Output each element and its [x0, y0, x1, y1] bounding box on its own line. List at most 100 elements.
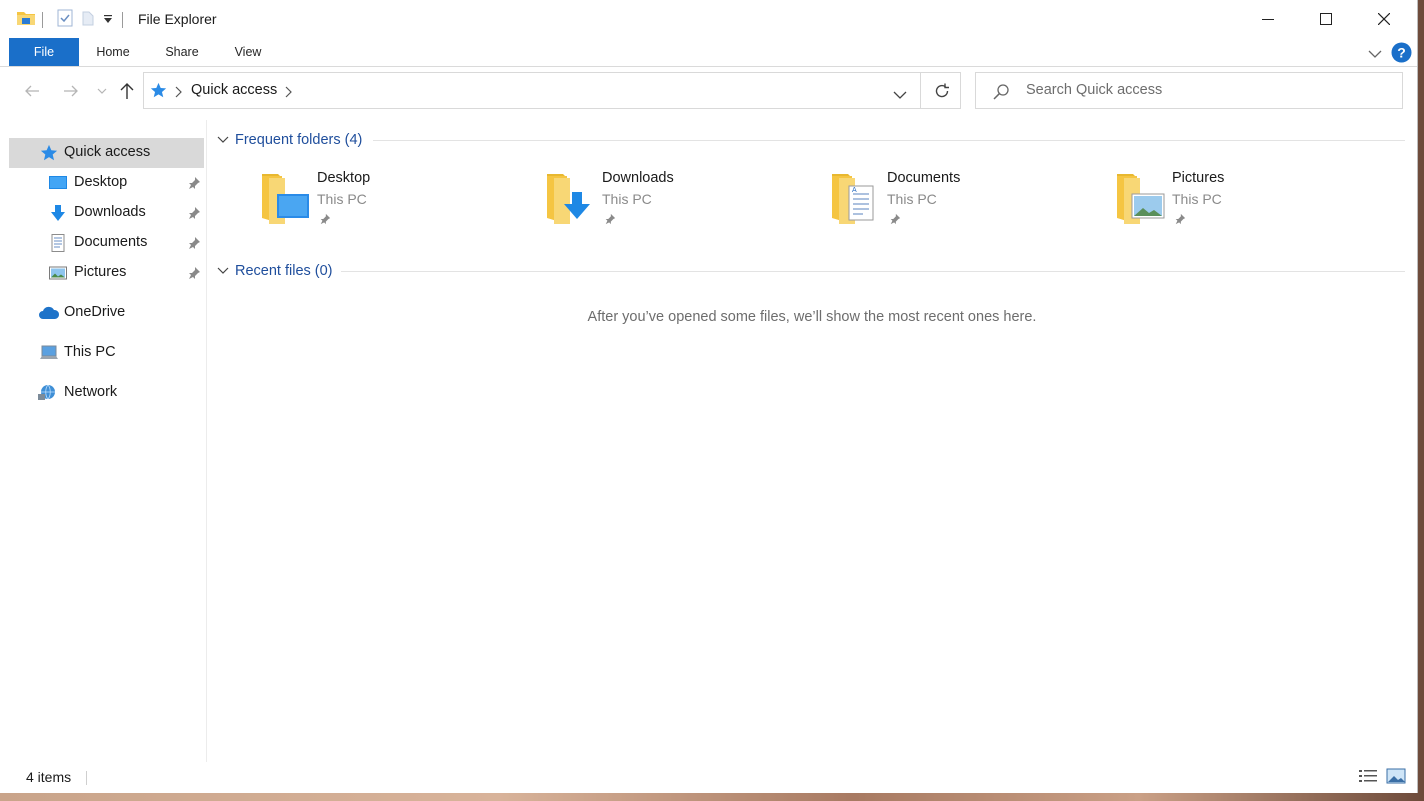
- chevron-down-icon: [217, 267, 229, 274]
- sidebar-item-desktop[interactable]: Desktop: [9, 168, 204, 198]
- status-separator: [86, 771, 87, 785]
- customize-toolbar-dropdown-icon[interactable]: [103, 12, 113, 28]
- ribbon-tabs: File Home Share View ?: [0, 38, 1417, 67]
- address-bar[interactable]: Quick access: [143, 72, 961, 109]
- recent-files-empty-message: After you’ve opened some files, we’ll sh…: [587, 309, 1037, 325]
- close-icon: [1378, 13, 1390, 25]
- pin-icon: [889, 212, 901, 225]
- folder-app-icon: [16, 9, 36, 30]
- sidebar-item-label: Documents: [74, 234, 148, 250]
- navigation-pane: Quick access Desktop Downloads Documents…: [9, 134, 205, 761]
- desktop-icon: [49, 174, 67, 192]
- sidebar-item-downloads[interactable]: Downloads: [9, 198, 204, 228]
- folder-location: This PC: [317, 191, 367, 207]
- details-view-icon[interactable]: [1358, 768, 1378, 786]
- folder-name: Downloads: [602, 170, 674, 186]
- sidebar-item-label: Desktop: [74, 174, 128, 190]
- window-title: File Explorer: [138, 11, 217, 27]
- large-icons-view-icon[interactable]: [1386, 768, 1406, 786]
- sidebar-item-label: Network: [64, 384, 118, 400]
- pictures-icon: [49, 264, 67, 282]
- item-count: 4 items: [26, 769, 72, 785]
- chevron-down-icon: [97, 88, 107, 94]
- search-icon: [992, 83, 1010, 104]
- pin-icon: [604, 212, 616, 225]
- group-divider: [373, 140, 1405, 141]
- sidebar-item-label: OneDrive: [64, 304, 126, 320]
- sidebar-item-pictures[interactable]: Pictures: [9, 258, 204, 288]
- up-arrow-icon: [120, 83, 134, 99]
- sidebar-item-quick-access[interactable]: Quick access: [9, 138, 204, 168]
- file-explorer-window: File Explorer File Home Share View ? Qui…: [0, 0, 1418, 793]
- tab-home[interactable]: Home: [88, 38, 138, 66]
- group-title: Frequent folders (4): [235, 132, 363, 148]
- pin-icon: [319, 212, 331, 225]
- sidebar-item-network[interactable]: Network: [9, 378, 204, 408]
- expand-ribbon-chevron-icon[interactable]: [1368, 46, 1382, 62]
- search-box[interactable]: Search Quick access: [975, 72, 1403, 109]
- folder-desktop-icon: [261, 170, 311, 226]
- tab-file[interactable]: File: [9, 38, 79, 66]
- folder-name: Pictures: [1172, 170, 1225, 186]
- folder-name: Documents: [887, 170, 961, 186]
- status-bar: 4 items: [0, 762, 1417, 793]
- breadcrumb-quick-access[interactable]: Quick access: [191, 82, 277, 98]
- folder-name: Desktop: [317, 170, 371, 186]
- svg-text:?: ?: [1397, 45, 1406, 61]
- maximize-button[interactable]: [1297, 0, 1355, 38]
- toolbar-separator: [122, 11, 123, 28]
- group-title: Recent files (0): [235, 263, 333, 279]
- pin-icon: [187, 236, 201, 250]
- chevron-down-icon: [217, 136, 229, 143]
- folder-tile-documents[interactable]: A Documents This PC: [831, 170, 1081, 230]
- sidebar-item-label: This PC: [64, 344, 116, 360]
- star-icon: [40, 144, 58, 162]
- computer-icon: [39, 344, 58, 362]
- star-icon: [150, 82, 167, 102]
- title-bar: File Explorer: [0, 0, 1417, 38]
- folder-tile-pictures[interactable]: Pictures This PC: [1116, 170, 1366, 230]
- sidebar-item-documents[interactable]: Documents: [9, 228, 204, 258]
- tab-view[interactable]: View: [226, 38, 270, 66]
- folder-downloads-icon: [546, 170, 596, 226]
- pin-icon: [187, 206, 201, 220]
- sidebar-item-onedrive[interactable]: OneDrive: [9, 298, 204, 328]
- folder-location: This PC: [887, 191, 937, 207]
- frequent-folders-header[interactable]: Frequent folders (4): [217, 129, 362, 151]
- recent-locations-button[interactable]: [92, 81, 112, 101]
- new-folder-icon[interactable]: [81, 9, 95, 30]
- refresh-icon[interactable]: [933, 82, 951, 103]
- back-arrow-icon: [25, 85, 39, 97]
- cloud-icon: [38, 304, 60, 322]
- minimize-icon: [1262, 19, 1274, 20]
- forward-button[interactable]: [61, 81, 81, 101]
- properties-check-icon[interactable]: [57, 9, 73, 30]
- folder-documents-icon: A: [831, 170, 881, 226]
- pin-icon: [187, 266, 201, 280]
- pin-icon: [1174, 212, 1186, 225]
- folder-tile-downloads[interactable]: Downloads This PC: [546, 170, 796, 230]
- search-input[interactable]: Search Quick access: [1026, 82, 1162, 98]
- folder-tile-desktop[interactable]: Desktop This PC: [261, 170, 511, 230]
- folder-location: This PC: [602, 191, 652, 207]
- folder-location: This PC: [1172, 191, 1222, 207]
- group-divider: [341, 271, 1405, 272]
- up-button[interactable]: [117, 81, 137, 101]
- maximize-icon: [1320, 13, 1332, 25]
- toolbar-separator: [42, 11, 43, 28]
- help-icon[interactable]: ?: [1391, 42, 1412, 66]
- sidebar-item-label: Downloads: [74, 204, 146, 220]
- svg-text:A: A: [852, 187, 857, 194]
- close-button[interactable]: [1355, 0, 1413, 38]
- network-icon: [38, 384, 56, 402]
- address-history-dropdown-icon[interactable]: [893, 87, 907, 103]
- recent-files-header[interactable]: Recent files (0): [217, 260, 333, 282]
- minimize-button[interactable]: [1239, 0, 1297, 38]
- breadcrumb-chevron-icon[interactable]: [284, 85, 292, 101]
- back-button[interactable]: [22, 81, 42, 101]
- breadcrumb-chevron-icon[interactable]: [174, 85, 182, 101]
- forward-arrow-icon: [64, 85, 78, 97]
- tab-share[interactable]: Share: [158, 38, 206, 66]
- pin-icon: [187, 176, 201, 190]
- sidebar-item-this-pc[interactable]: This PC: [9, 338, 204, 368]
